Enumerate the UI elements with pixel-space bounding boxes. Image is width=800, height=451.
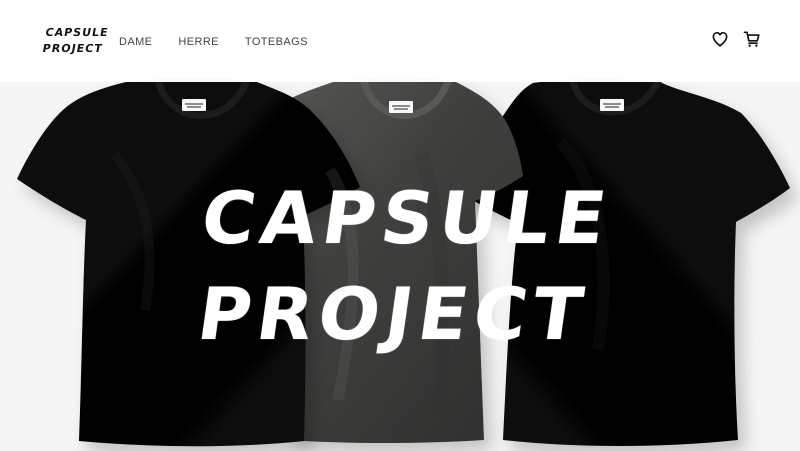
right-neck-label [600, 99, 624, 111]
nav-link-herre[interactable]: HERRE [178, 35, 219, 49]
nav-link-totebags[interactable]: TOTEBAGS [245, 35, 308, 49]
brand-logo-line-1: CAPSULE [44, 26, 110, 39]
page: CAPSULE PROJECT CAPSULE PROJECT DAME HER… [0, 0, 800, 451]
heart-icon [712, 32, 728, 47]
wishlist-button[interactable] [710, 29, 730, 49]
header-actions [710, 29, 762, 49]
cart-button[interactable] [742, 29, 762, 49]
nav-link-dame[interactable]: DAME [119, 35, 152, 49]
brand-logo-link[interactable]: CAPSULE PROJECT [41, 25, 119, 57]
center-neck-label [389, 101, 413, 113]
top-navigation: CAPSULE PROJECT DAME HERRE TOTEBAGS [0, 0, 800, 82]
brand-logo-line-2: PROJECT [41, 42, 104, 55]
main-menu: DAME HERRE TOTEBAGS [119, 35, 308, 49]
left-neck-label [182, 99, 206, 111]
shopping-cart-icon [743, 31, 760, 47]
